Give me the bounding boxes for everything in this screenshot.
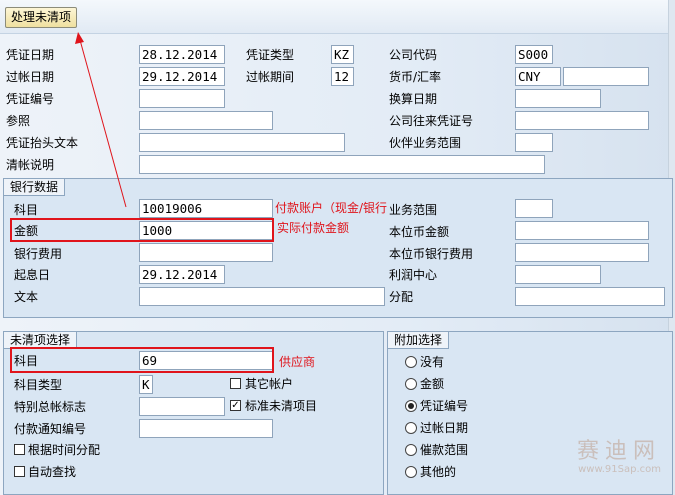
annotation-arrow-line [79,39,127,208]
annotation-arrow-overlay [75,32,127,208]
annotation-arrowhead [75,32,84,44]
watermark: 赛迪网 www.91Sap.com [576,439,661,476]
watermark-url: www.91Sap.com [578,464,661,475]
watermark-brand: 赛迪网 [576,439,661,464]
